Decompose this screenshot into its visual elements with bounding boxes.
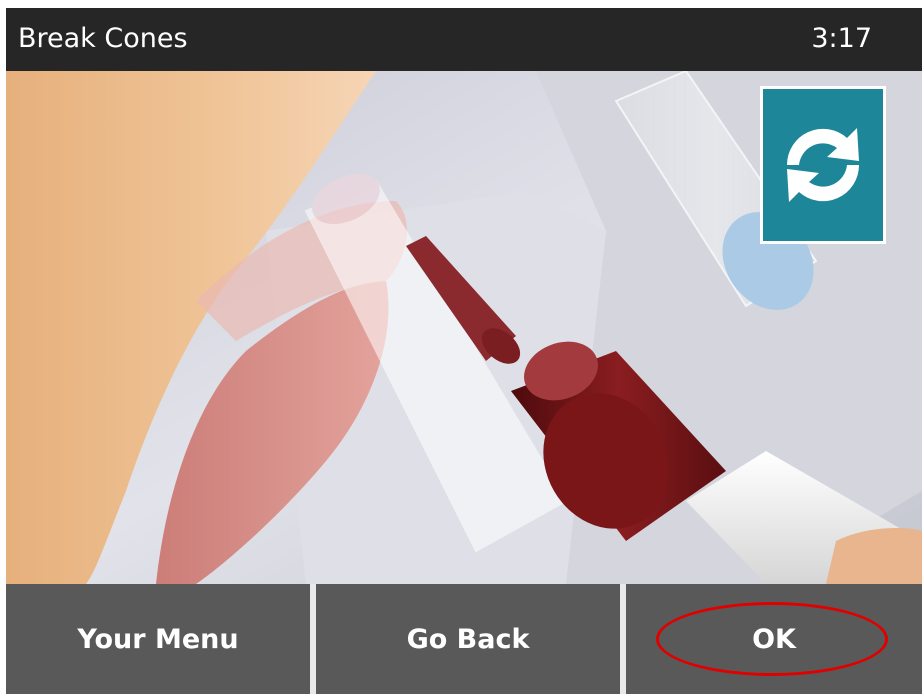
replay-button[interactable]	[760, 86, 886, 244]
refresh-icon	[786, 128, 860, 202]
go-back-button[interactable]: Go Back	[316, 584, 620, 694]
your-menu-button[interactable]: Your Menu	[6, 584, 310, 694]
screen-title: Break Cones	[18, 23, 188, 54]
ok-button[interactable]: OK	[626, 584, 922, 694]
title-bar: Break Cones 3:17	[6, 8, 922, 71]
softkey-bar: Your Menu Go Back OK	[6, 584, 922, 694]
clock: 3:17	[811, 23, 872, 54]
device-screen: Break Cones 3:17 Your Menu Go Back OK	[6, 8, 922, 694]
